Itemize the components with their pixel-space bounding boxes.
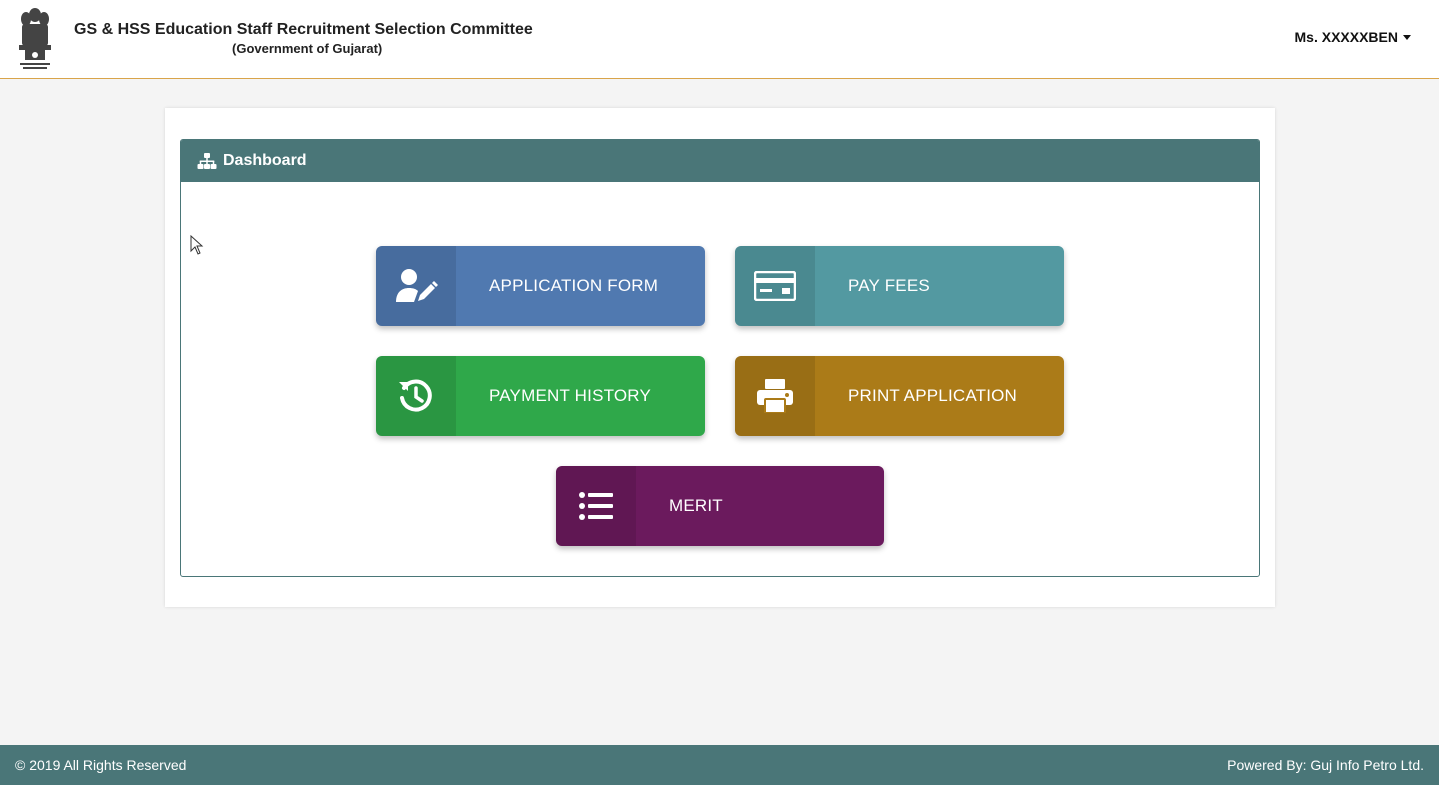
caret-down-icon [1403,34,1411,40]
national-emblem-icon [19,8,51,69]
payment-history-button[interactable]: PAYMENT HISTORY [376,356,705,436]
mouse-cursor-icon [190,235,204,255]
merit-label: MERIT [669,496,723,515]
application-form-label: APPLICATION FORM [489,276,659,295]
organization-title: GS & HSS Education Staff Recruitment Sel… [74,21,533,38]
dashboard-panel-header: Dashboard [181,140,1259,182]
main-card: Dashboard APPLICATION FORM PAY FEES PAYM… [165,108,1275,607]
top-header: GS & HSS Education Staff Recruitment Sel… [0,0,1439,79]
merit-button[interactable]: MERIT [556,466,884,546]
copyright-text: © 2019 All Rights Reserved [15,757,187,773]
pay-fees-label: PAY FEES [848,276,930,295]
dashboard-panel: Dashboard APPLICATION FORM PAY FEES PAYM… [180,139,1260,577]
sitemap-icon [197,153,217,169]
user-name: Ms. XXXXXBEN [1294,29,1398,45]
print-application-label: PRINT APPLICATION [848,386,1018,405]
organization-subtitle: (Government of Gujarat) [232,41,383,56]
user-edit-icon [396,269,438,302]
payment-history-label: PAYMENT HISTORY [489,386,652,405]
printer-icon [757,379,793,413]
user-dropdown[interactable]: Ms. XXXXXBEN [1295,29,1411,45]
dashboard-title: Dashboard [223,152,307,169]
powered-by-text: Powered By: Guj Info Petro Ltd. [1227,757,1424,773]
page-footer: © 2019 All Rights Reserved Powered By: G… [0,745,1439,785]
history-icon [399,379,432,412]
print-application-button[interactable]: PRINT APPLICATION [735,356,1064,436]
pay-fees-button[interactable]: PAY FEES [735,246,1064,326]
list-icon [579,492,613,520]
money-card-icon [754,271,796,301]
application-form-button[interactable]: APPLICATION FORM [376,246,705,326]
